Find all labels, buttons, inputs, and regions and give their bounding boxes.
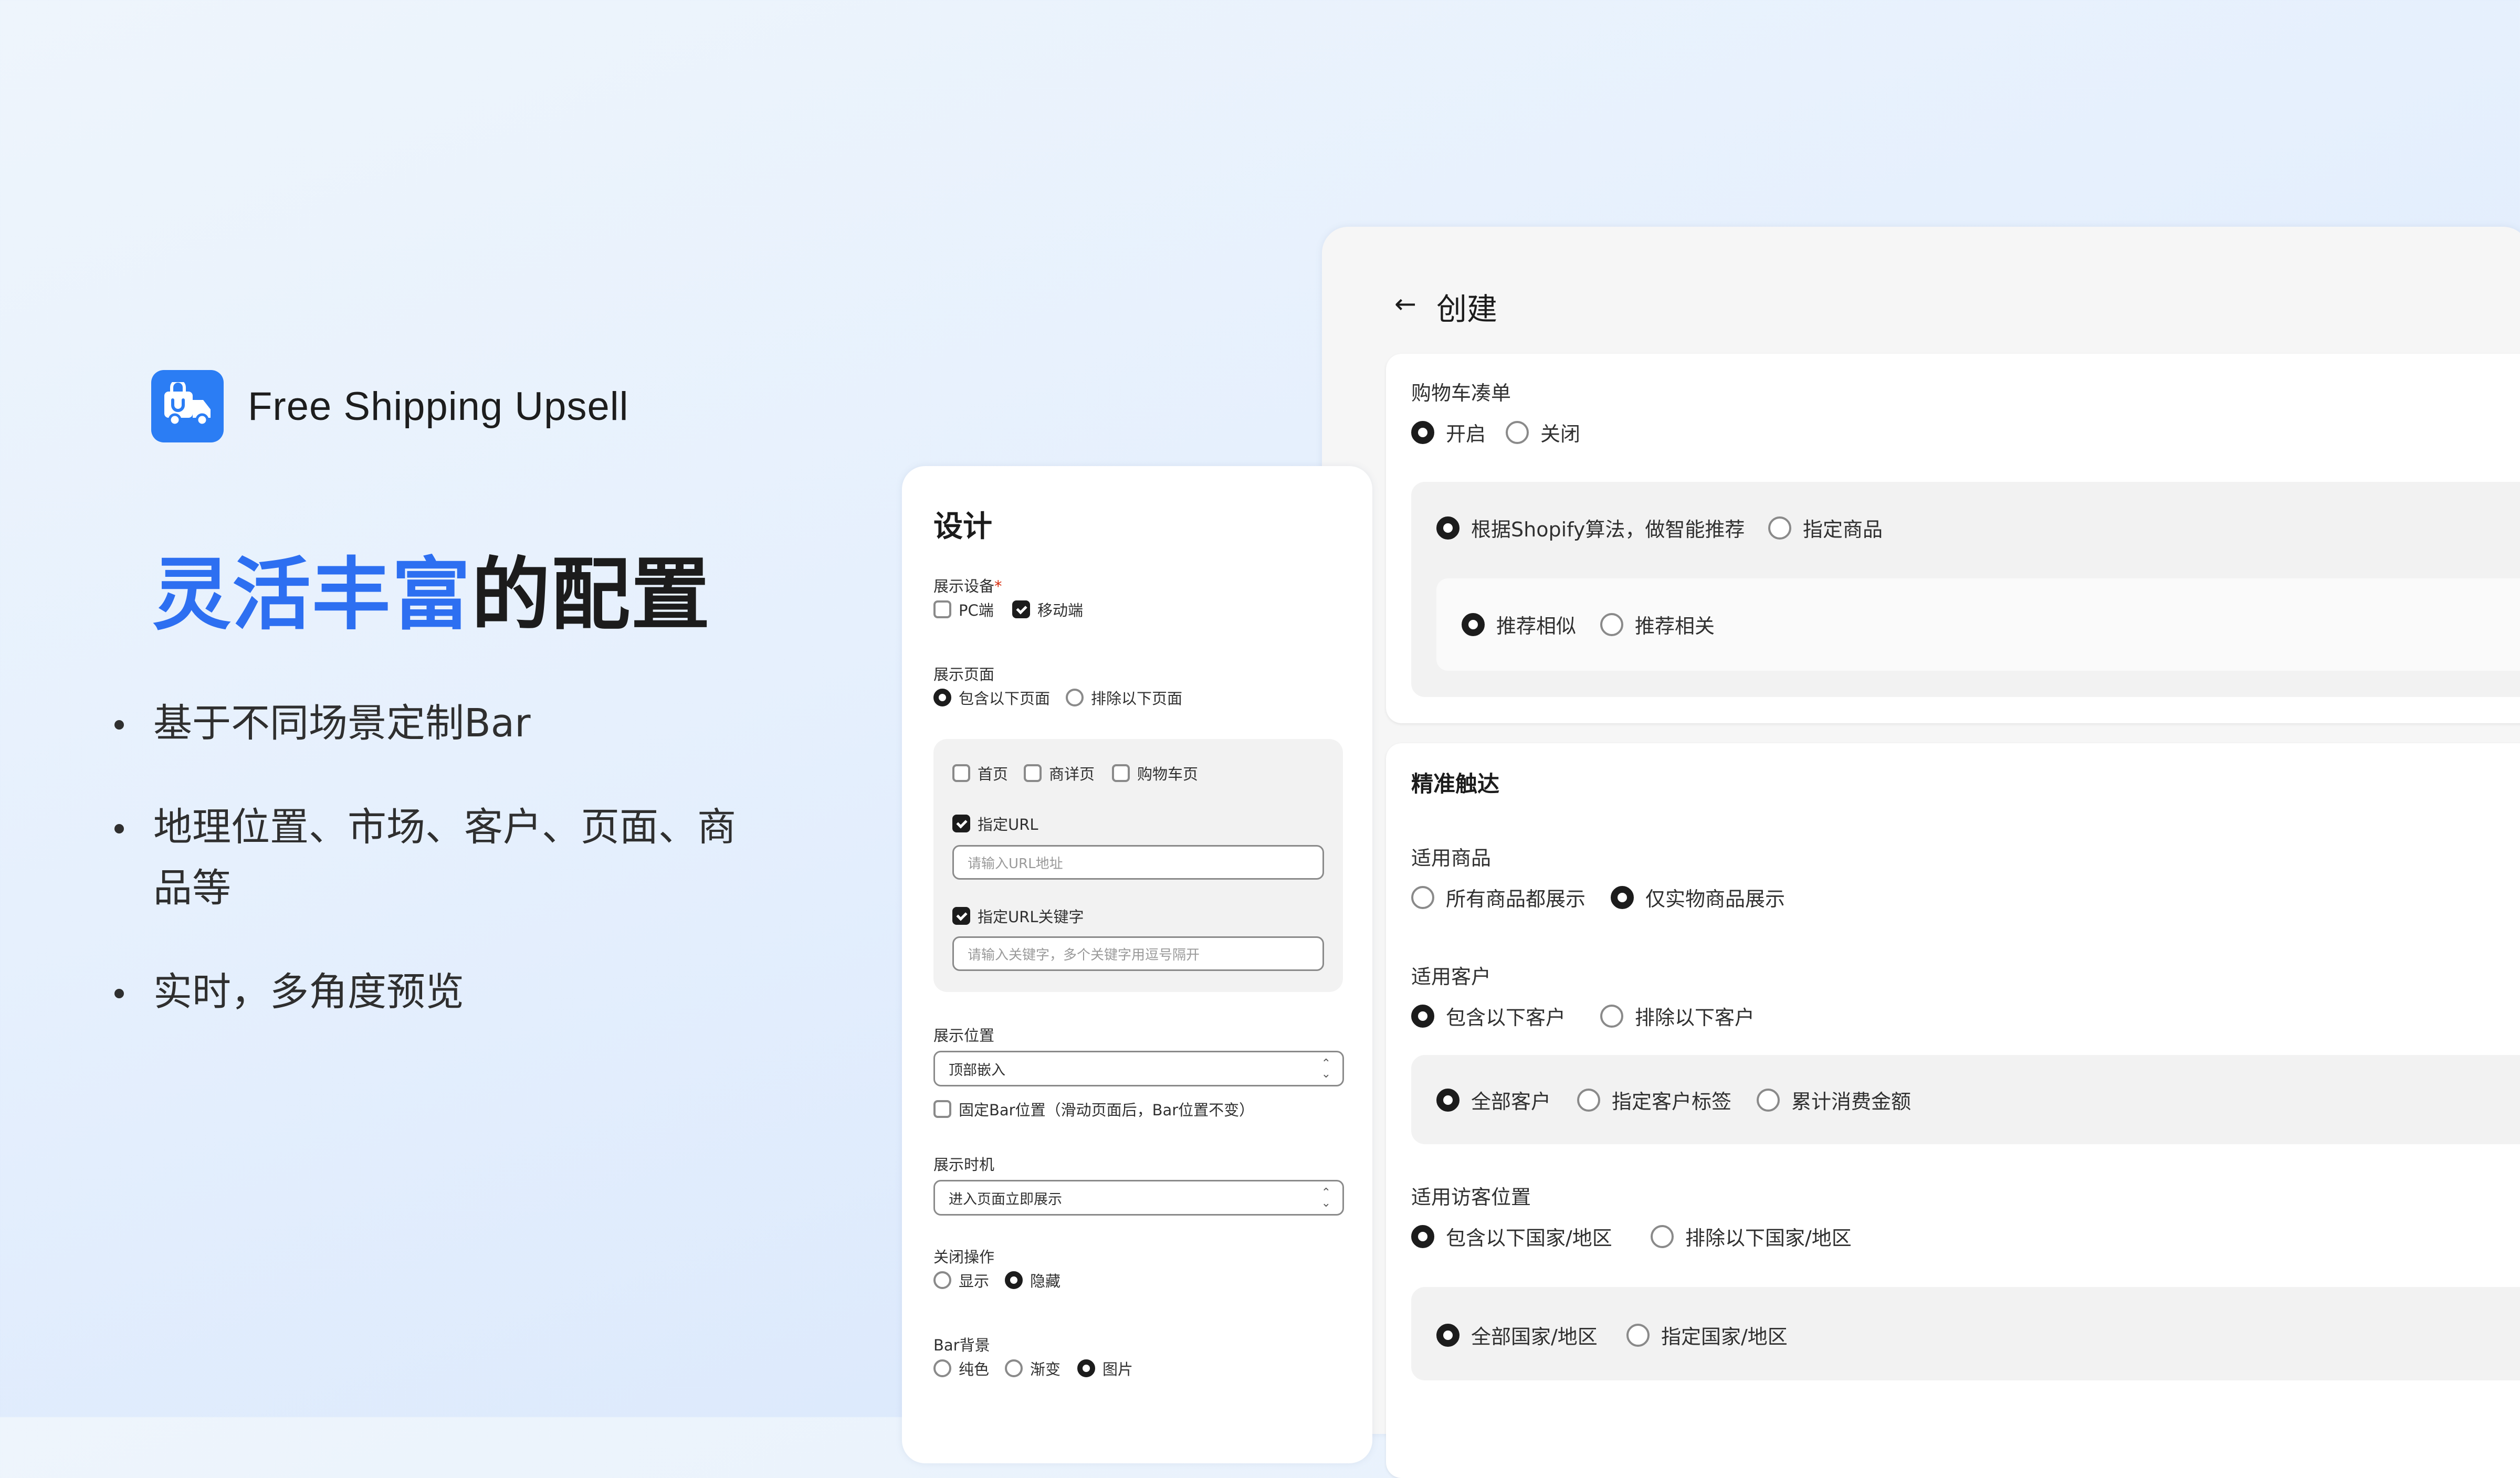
physical-products-radio[interactable]: 仅实物商品展示 bbox=[1611, 883, 1785, 912]
url-input[interactable]: 请输入URL地址 bbox=[952, 845, 1324, 880]
chevron-updown-icon: ⌃ ⌄ bbox=[1321, 1057, 1331, 1081]
pc-checkbox[interactable]: PC端 bbox=[933, 598, 994, 620]
product-page-checkbox[interactable]: 商详页 bbox=[1024, 762, 1095, 784]
page-label: 展示页面 bbox=[933, 666, 995, 683]
specified-regions-radio[interactable]: 指定国家/地区 bbox=[1626, 1321, 1788, 1349]
radio-selected[interactable] bbox=[1411, 420, 1434, 444]
position-label: 展示位置 bbox=[933, 1027, 995, 1044]
keyword-input[interactable]: 请输入关键字，多个关键字用逗号隔开 bbox=[952, 936, 1324, 971]
all-regions-radio[interactable]: 全部国家/地区 bbox=[1436, 1321, 1598, 1349]
cart-upsell-card: 购物车凑单 开启 关闭 根据Shopify算法，做智能推荐 指定商品 推荐相似 … bbox=[1386, 354, 2520, 723]
feature-item: 地理位置、市场、客户、页面、商品等 bbox=[110, 797, 747, 919]
design-panel: 设计 展示设备* PC端 移动端 展示页面 包含以下页面 排除以下页面 首页 商… bbox=[902, 466, 1372, 1463]
position-select[interactable]: 顶部嵌入 ⌃ ⌄ bbox=[933, 1051, 1344, 1086]
total-spend-radio[interactable]: 累计消费金额 bbox=[1757, 1085, 1911, 1114]
design-title: 设计 bbox=[933, 510, 992, 544]
cart-upsell-label: 购物车凑单 bbox=[1411, 382, 1511, 405]
create-title: 创建 bbox=[1436, 291, 1498, 327]
brand-row: Free Shipping Upsell bbox=[151, 370, 629, 442]
create-panel: ← 创建 购物车凑单 开启 关闭 根据Shopify算法，做智能推荐 指定商品 … bbox=[1322, 227, 2520, 1478]
include-regions-radio[interactable]: 包含以下国家/地区 bbox=[1411, 1222, 1612, 1251]
exclude-regions-radio[interactable]: 排除以下国家/地区 bbox=[1651, 1222, 1852, 1251]
customer-tag-radio[interactable]: 指定客户标签 bbox=[1577, 1085, 1731, 1114]
truck-bag-icon bbox=[151, 370, 224, 442]
fixed-position-checkbox[interactable]: 固定Bar位置（滑动页面后，Bar位置不变） bbox=[933, 1098, 1254, 1120]
bg-solid-radio[interactable]: 纯色 bbox=[933, 1357, 989, 1379]
include-pages-radio[interactable]: 包含以下页面 bbox=[933, 687, 1050, 709]
url-keyword-checkbox[interactable]: 指定URL关键字 bbox=[952, 905, 1084, 927]
all-products-radio[interactable]: 所有商品都展示 bbox=[1411, 883, 1586, 912]
background-label: Bar背景 bbox=[933, 1336, 990, 1354]
bg-image-radio[interactable]: 图片 bbox=[1077, 1357, 1133, 1379]
specified-products-radio[interactable]: 指定商品 bbox=[1768, 513, 1883, 542]
customer-scope-box: 全部客户 指定客户标签 累计消费金额 bbox=[1411, 1055, 2520, 1144]
feature-item: 基于不同场景定制Bar bbox=[110, 693, 783, 754]
recommend-mode-box: 根据Shopify算法，做智能推荐 指定商品 推荐相似 推荐相关 bbox=[1411, 482, 2520, 697]
url-checkbox[interactable]: 指定URL bbox=[952, 812, 1038, 835]
page-headline: 灵活丰富的配置 bbox=[152, 531, 711, 645]
all-customers-radio[interactable]: 全部客户 bbox=[1436, 1085, 1551, 1114]
device-label: 展示设备* bbox=[933, 577, 1002, 595]
products-label: 适用商品 bbox=[1411, 847, 1492, 870]
location-label: 适用访客位置 bbox=[1411, 1186, 1531, 1209]
recommend-related-radio[interactable]: 推荐相关 bbox=[1600, 610, 1715, 639]
feature-list: 基于不同场景定制Bar 地理位置、市场、客户、页面、商品等 实时，多角度预览 bbox=[110, 693, 783, 1065]
customers-label: 适用客户 bbox=[1411, 965, 1492, 988]
close-show-radio[interactable]: 显示 bbox=[933, 1269, 989, 1291]
exclude-pages-radio[interactable]: 排除以下页面 bbox=[1066, 687, 1182, 709]
timing-select[interactable]: 进入页面立即展示 ⌃ ⌄ bbox=[933, 1180, 1344, 1216]
cart-on-radio[interactable]: 开启 bbox=[1411, 418, 1486, 447]
cart-off-radio[interactable]: 关闭 bbox=[1506, 418, 1580, 447]
headline-rest: 的配置 bbox=[471, 550, 711, 641]
home-checkbox[interactable]: 首页 bbox=[952, 762, 1008, 784]
close-label: 关闭操作 bbox=[933, 1248, 995, 1266]
chevron-updown-icon: ⌃ ⌄ bbox=[1321, 1186, 1331, 1210]
close-hide-radio[interactable]: 隐藏 bbox=[1005, 1269, 1060, 1291]
recommend-type-box: 推荐相似 推荐相关 bbox=[1436, 578, 2520, 671]
targeting-title: 精准触达 bbox=[1411, 771, 1500, 797]
feature-item: 实时，多角度预览 bbox=[110, 962, 783, 1022]
bg-gradient-radio[interactable]: 渐变 bbox=[1005, 1357, 1060, 1379]
radio-unselected[interactable] bbox=[1506, 420, 1529, 444]
cart-page-checkbox[interactable]: 购物车页 bbox=[1112, 762, 1198, 784]
smart-recommend-radio[interactable]: 根据Shopify算法，做智能推荐 bbox=[1436, 513, 1745, 542]
recommend-similar-radio[interactable]: 推荐相似 bbox=[1462, 610, 1576, 639]
region-scope-box: 全部国家/地区 指定国家/地区 bbox=[1411, 1287, 2520, 1380]
arrow-left-icon[interactable]: ← bbox=[1394, 289, 1416, 319]
exclude-customers-radio[interactable]: 排除以下客户 bbox=[1600, 1001, 1755, 1030]
app-name: Free Shipping Upsell bbox=[248, 384, 629, 429]
mobile-checkbox[interactable]: 移动端 bbox=[1012, 598, 1083, 620]
targeting-card: 精准触达 适用商品 所有商品都展示 仅实物商品展示 适用客户 包含以下客户 排除… bbox=[1386, 743, 2520, 1478]
page-options-box: 首页 商详页 购物车页 指定URL 请输入URL地址 指定URL关键字 请输入关… bbox=[933, 739, 1343, 992]
timing-label: 展示时机 bbox=[933, 1156, 995, 1174]
headline-highlight: 灵活丰富 bbox=[152, 550, 472, 641]
include-customers-radio[interactable]: 包含以下客户 bbox=[1411, 1001, 1566, 1030]
